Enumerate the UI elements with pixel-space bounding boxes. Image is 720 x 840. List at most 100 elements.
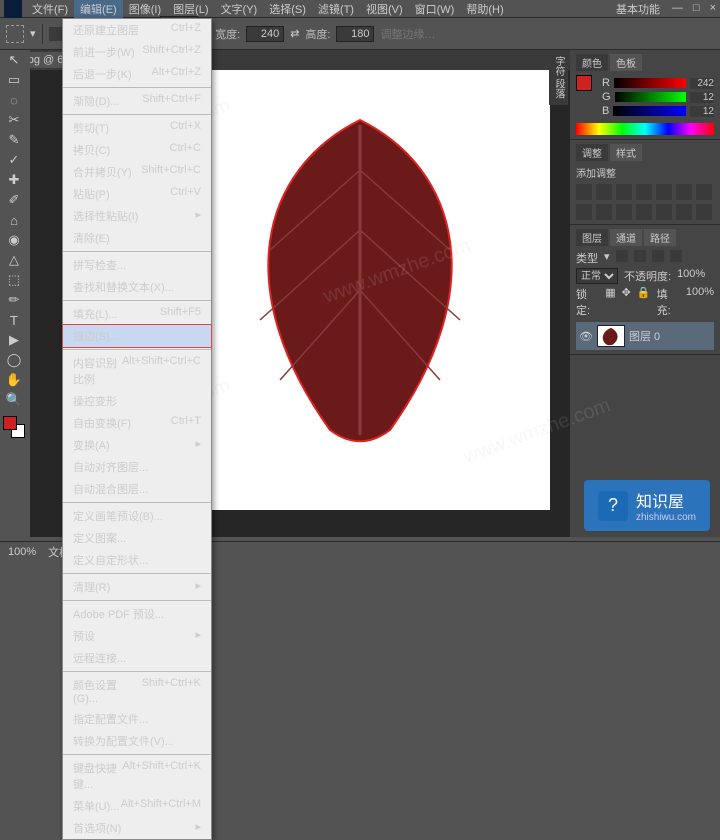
b-value[interactable]: 12	[690, 106, 714, 117]
menu-item: 拼写检查...	[63, 254, 211, 276]
tool-8[interactable]: ⌂	[0, 210, 28, 230]
menu-item[interactable]: 描边(S)...	[63, 325, 211, 347]
edit-menu-dropdown: 还原建立图层Ctrl+Z前进一步(W)Shift+Ctrl+Z后退一步(K)Al…	[62, 18, 212, 840]
tab-layers[interactable]: 图层	[576, 229, 608, 246]
menu-type[interactable]: 文字(Y)	[215, 0, 264, 19]
tool-6[interactable]: ✚	[0, 170, 28, 190]
lock-all-icon[interactable]: 🔒	[637, 286, 651, 318]
tool-9[interactable]: ◉	[0, 230, 28, 250]
menu-help[interactable]: 帮助(H)	[460, 0, 509, 19]
g-slider[interactable]	[615, 92, 686, 102]
r-value[interactable]: 242	[690, 78, 714, 89]
tab-channels[interactable]: 通道	[610, 229, 642, 246]
layer-thumbnail[interactable]	[597, 325, 625, 347]
maximize-button[interactable]: □	[693, 2, 700, 14]
close-button[interactable]: ×	[710, 2, 716, 14]
menu-window[interactable]: 窗口(W)	[409, 0, 461, 19]
menu-file[interactable]: 文件(F)	[26, 0, 74, 19]
tool-10[interactable]: △	[0, 250, 28, 270]
window-controls: — □ ×	[672, 2, 716, 14]
height-label: 高度:	[305, 26, 330, 42]
tab-color[interactable]: 颜色	[576, 54, 608, 71]
layer-name[interactable]: 图层 0	[629, 328, 660, 344]
tool-3[interactable]: ✂	[0, 110, 28, 130]
leaf-image	[210, 110, 510, 450]
menu-item: 渐隐(D)...Shift+Ctrl+F	[63, 90, 211, 112]
tool-0[interactable]: ↖	[0, 50, 28, 70]
canvas[interactable]	[170, 70, 550, 510]
tool-17[interactable]: 🔍	[0, 390, 28, 410]
g-value[interactable]: 12	[690, 92, 714, 103]
menu-item[interactable]: 内容识别比例Alt+Shift+Ctrl+C	[63, 352, 211, 390]
menu-item[interactable]: 填充(L)...Shift+F5	[63, 303, 211, 325]
menu-view[interactable]: 视图(V)	[360, 0, 409, 19]
menu-item[interactable]: 转换为配置文件(V)...	[63, 730, 211, 752]
tool-7[interactable]: ✐	[0, 190, 28, 210]
width-input[interactable]: 240	[246, 26, 284, 42]
menu-item[interactable]: 远程连接...	[63, 647, 211, 669]
menu-item[interactable]: 剪切(T)Ctrl+X	[63, 117, 211, 139]
r-slider[interactable]	[614, 78, 686, 88]
height-input[interactable]: 180	[336, 26, 374, 42]
zoom-level[interactable]: 100%	[8, 546, 36, 558]
refine-edge-button: 调整边缘…	[380, 26, 435, 42]
menu-item[interactable]: 还原建立图层Ctrl+Z	[63, 19, 211, 41]
layer-row[interactable]: 👁 图层 0	[576, 322, 714, 350]
menu-item[interactable]: 拷贝(C)Ctrl+C	[63, 139, 211, 161]
visibility-icon[interactable]: 👁	[579, 330, 593, 343]
menu-item: 查找和替换文本(X)...	[63, 276, 211, 298]
fg-swatch[interactable]	[576, 75, 592, 91]
tool-14[interactable]: ▶	[0, 330, 28, 350]
menu-item[interactable]: 粘贴(P)Ctrl+V	[63, 183, 211, 205]
menu-item[interactable]: 菜单(U)...Alt+Shift+Ctrl+M	[63, 795, 211, 817]
tab-adjust[interactable]: 调整	[576, 144, 608, 161]
menu-item[interactable]: 清理(R)▸	[63, 576, 211, 598]
watermark-brand: ? 知识屋zhishiwu.com	[584, 480, 710, 531]
fill-value[interactable]: 100%	[686, 286, 714, 318]
menu-item: 定义自定形状...	[63, 549, 211, 571]
adjustment-presets	[576, 184, 714, 220]
tool-16[interactable]: ✋	[0, 370, 28, 390]
lock-pixels-icon[interactable]: ▦	[605, 286, 615, 318]
lock-position-icon[interactable]: ✥	[622, 286, 631, 318]
menu-item[interactable]: 首选项(N)▸	[63, 817, 211, 839]
opacity-value[interactable]: 100%	[677, 268, 705, 284]
menu-item[interactable]: 预设▸	[63, 625, 211, 647]
tool-5[interactable]: ✓	[0, 150, 28, 170]
app-icon	[4, 0, 22, 18]
swap-icon[interactable]: ⇄	[290, 27, 299, 40]
menu-item[interactable]: 定义画笔预设(B)...	[63, 505, 211, 527]
b-slider[interactable]	[613, 106, 686, 116]
tool-2[interactable]: ◌	[0, 90, 28, 110]
tool-12[interactable]: ✏	[0, 290, 28, 310]
fg-color[interactable]	[3, 416, 17, 430]
tool-4[interactable]: ✎	[0, 130, 28, 150]
menu-item[interactable]: 键盘快捷键...Alt+Shift+Ctrl+K	[63, 757, 211, 795]
blend-mode-select[interactable]: 正常	[576, 268, 618, 284]
menu-item[interactable]: 操控变形	[63, 390, 211, 412]
tool-1[interactable]: ▭	[0, 70, 28, 90]
tab-styles[interactable]: 样式	[610, 144, 642, 161]
menu-item[interactable]: 后退一步(K)Alt+Ctrl+Z	[63, 63, 211, 85]
menu-item[interactable]: 定义图案...	[63, 527, 211, 549]
menubar: 文件(F) 编辑(E) 图像(I) 图层(L) 文字(Y) 选择(S) 滤镜(T…	[0, 0, 720, 18]
menu-edit[interactable]: 编辑(E)	[74, 0, 123, 19]
menu-item[interactable]: Adobe PDF 预设...	[63, 603, 211, 625]
collapsed-type-panel[interactable]: 字符 段落	[549, 50, 568, 105]
tool-11[interactable]: ⬚	[0, 270, 28, 290]
menu-item[interactable]: 指定配置文件...	[63, 708, 211, 730]
spectrum-bar[interactable]	[576, 123, 714, 135]
menu-filter[interactable]: 滤镜(T)	[312, 0, 360, 19]
mode-new-icon[interactable]	[49, 27, 63, 41]
tool-15[interactable]: ◯	[0, 350, 28, 370]
menu-item[interactable]: 变换(A)▸	[63, 434, 211, 456]
tool-13[interactable]: T	[0, 310, 28, 330]
menu-item[interactable]: 选择性粘贴(I)▸	[63, 205, 211, 227]
menu-item[interactable]: 颜色设置(G)...Shift+Ctrl+K	[63, 674, 211, 708]
tab-paths[interactable]: 路径	[644, 229, 676, 246]
menu-select[interactable]: 选择(S)	[263, 0, 312, 19]
menu-item[interactable]: 自由变换(F)Ctrl+T	[63, 412, 211, 434]
minimize-button[interactable]: —	[672, 2, 683, 14]
menu-item[interactable]: 前进一步(W)Shift+Ctrl+Z	[63, 41, 211, 63]
tab-swatches[interactable]: 色板	[610, 54, 642, 71]
